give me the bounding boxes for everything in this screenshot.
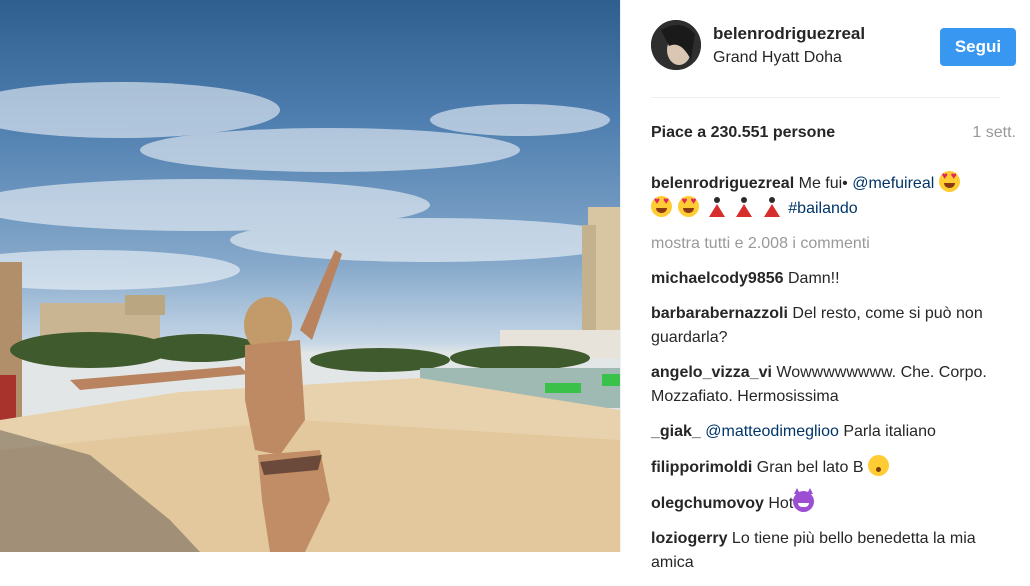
comment-username[interactable]: loziogerry: [651, 530, 727, 547]
beach-scene: [0, 82, 620, 552]
comment-text: Damn!!: [787, 270, 840, 287]
post-author-username[interactable]: belenrodriguezreal: [713, 24, 865, 44]
caption-mention[interactable]: @mefuireal: [852, 175, 934, 192]
post-timestamp[interactable]: 1 sett.: [972, 124, 1016, 142]
comment-mention[interactable]: @matteodimeglioo: [705, 423, 839, 440]
comment-text: Parla italiano: [843, 423, 936, 440]
heart-eyes-emoji: [678, 196, 700, 217]
post-side-panel: belenrodriguezreal Grand Hyatt Doha Segu…: [620, 0, 1030, 571]
avatar[interactable]: [651, 20, 701, 70]
caption-hashtag[interactable]: #bailando: [788, 200, 857, 217]
comment-username[interactable]: michaelcody9856: [651, 270, 784, 287]
comment-username[interactable]: _giak_: [651, 423, 701, 440]
load-more-comments[interactable]: mostra tutti e 2.008 i commenti: [651, 232, 1014, 256]
follow-button[interactable]: Segui: [940, 28, 1016, 66]
dancer-emoji: [733, 196, 754, 217]
dancer-emoji: [706, 196, 727, 217]
caption: belenrodriguezreal Me fui• @mefuireal #b…: [651, 171, 1014, 221]
comment: filipporimoldi Gran bel lato B: [651, 455, 1014, 480]
comments-list: belenrodriguezreal Me fui• @mefuireal #b…: [651, 171, 1014, 586]
comment: barbarabernazzoli Del resto, come si può…: [651, 302, 1014, 350]
comment: loziogerry Lo tiene più bello benedetta …: [651, 527, 1014, 575]
likes-count[interactable]: Piace a 230.551 persone: [651, 124, 835, 141]
comment-username[interactable]: angelo_vizza_vi: [651, 364, 772, 381]
caption-username[interactable]: belenrodriguezreal: [651, 175, 794, 192]
dancer-emoji: [761, 196, 782, 217]
hushed-face-emoji: [867, 455, 889, 476]
heart-eyes-emoji: [651, 196, 672, 217]
comment: michaelcody9856 Damn!!: [651, 267, 1014, 291]
comment-username[interactable]: olegchumovoy: [651, 495, 764, 512]
post-location[interactable]: Grand Hyatt Doha: [713, 49, 842, 67]
post-header: belenrodriguezreal Grand Hyatt Doha Segu…: [651, 0, 1016, 98]
comment: _giak_ @matteodimeglioo Parla italiano: [651, 420, 1014, 444]
comment-text: Gran bel lato B: [756, 459, 864, 476]
smiling-devil-emoji: [793, 488, 815, 512]
likes-row: Piace a 230.551 persone 1 sett.: [651, 124, 1016, 148]
comment: olegchumovoy Hot: [651, 488, 1014, 516]
caption-text: Me fui•: [798, 175, 848, 192]
comment-username[interactable]: filipporimoldi: [651, 459, 752, 476]
comment: angelo_vizza_vi Wowwwwwwww. Che. Corpo. …: [651, 361, 1014, 409]
post-photo[interactable]: [0, 0, 620, 552]
comment-text: Hot: [768, 495, 794, 512]
heart-eyes-emoji: [938, 171, 960, 192]
avatar-image: [651, 20, 701, 70]
comment-username[interactable]: barbarabernazzoli: [651, 305, 788, 322]
